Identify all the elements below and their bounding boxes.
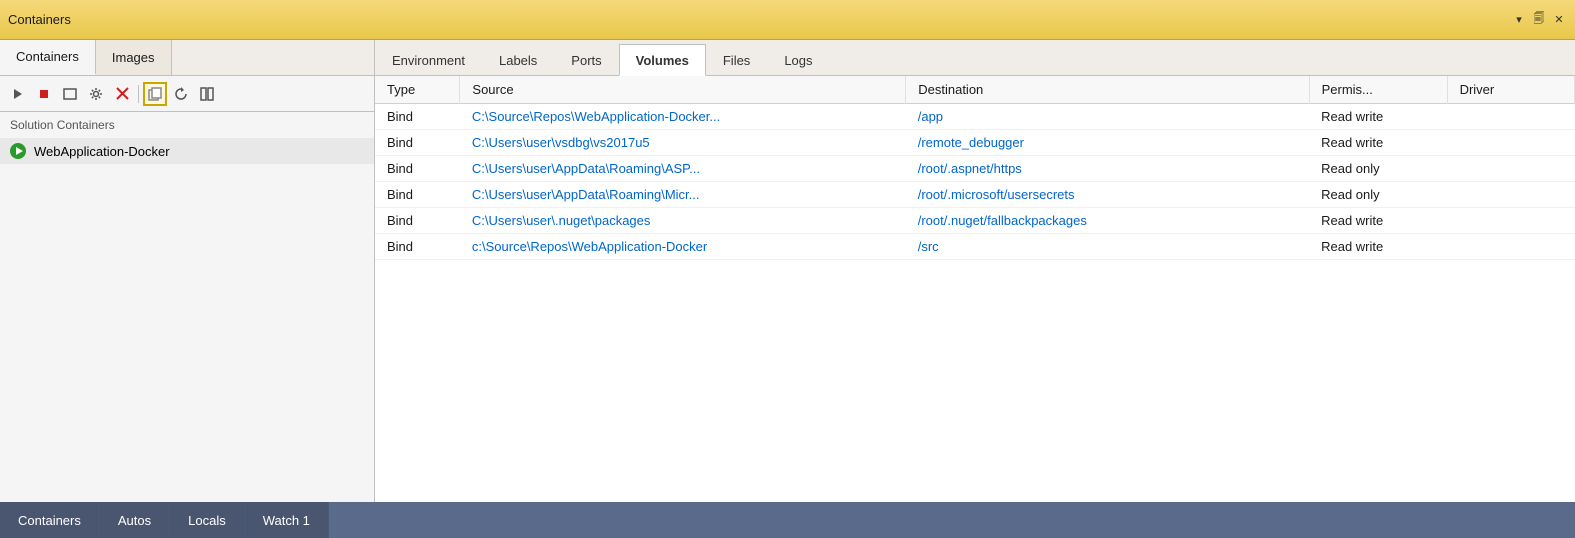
start-icon xyxy=(12,88,24,100)
table-row: Bind C:\Users\user\AppData\Roaming\ASP..… xyxy=(375,156,1575,182)
solution-header: Solution Containers xyxy=(0,112,374,138)
stop-button[interactable] xyxy=(32,82,56,106)
cell-permissions: Read write xyxy=(1309,208,1447,234)
col-header-source: Source xyxy=(460,76,906,104)
data-table: Type Source Destination Permis... Driver… xyxy=(375,76,1575,260)
bottom-tabbar: Containers Autos Locals Watch 1 xyxy=(0,502,1575,538)
cell-source[interactable]: c:\Source\Repos\WebApplication-Docker xyxy=(460,234,906,260)
col-header-type: Type xyxy=(375,76,460,104)
bottom-tab-watch1[interactable]: Watch 1 xyxy=(245,502,329,538)
table-row: Bind C:\Users\user\AppData\Roaming\Micr.… xyxy=(375,182,1575,208)
col-header-permissions: Permis... xyxy=(1309,76,1447,104)
cell-permissions: Read write xyxy=(1309,104,1447,130)
volumes-table: Type Source Destination Permis... Driver… xyxy=(375,76,1575,502)
cell-source[interactable]: C:\Users\user\vsdbg\vs2017u5 xyxy=(460,130,906,156)
tab-files[interactable]: Files xyxy=(706,44,767,76)
settings-button[interactable] xyxy=(84,82,108,106)
container-item[interactable]: WebApplication-Docker xyxy=(0,138,374,164)
cell-driver xyxy=(1447,182,1574,208)
window-title: Containers xyxy=(8,12,1511,27)
refresh-button[interactable] xyxy=(169,82,193,106)
close-btn[interactable]: ✕ xyxy=(1551,12,1567,28)
cell-permissions: Read only xyxy=(1309,156,1447,182)
cell-type: Bind xyxy=(375,208,460,234)
cell-destination[interactable]: /root/.microsoft/usersecrets xyxy=(906,182,1309,208)
cell-driver xyxy=(1447,156,1574,182)
bottom-tab-locals[interactable]: Locals xyxy=(170,502,245,538)
top-section: Containers Images xyxy=(0,40,1575,502)
cell-type: Bind xyxy=(375,156,460,182)
left-panel: Containers Images xyxy=(0,40,375,502)
running-indicator xyxy=(10,143,26,159)
cell-source[interactable]: C:\Source\Repos\WebApplication-Docker... xyxy=(460,104,906,130)
bottom-tab-autos[interactable]: Autos xyxy=(100,502,170,538)
cell-driver xyxy=(1447,104,1574,130)
col-header-driver: Driver xyxy=(1447,76,1574,104)
tab-images[interactable]: Images xyxy=(96,40,172,75)
cell-source[interactable]: C:\Users\user\.nuget\packages xyxy=(460,208,906,234)
pause-icon xyxy=(200,87,214,101)
pin-btn[interactable]: 🗐 xyxy=(1531,12,1547,28)
terminal-button[interactable] xyxy=(58,82,82,106)
cell-destination[interactable]: /root/.aspnet/https xyxy=(906,156,1309,182)
cell-destination[interactable]: /root/.nuget/fallbackpackages xyxy=(906,208,1309,234)
title-bar: Containers ▾ 🗐 ✕ xyxy=(0,0,1575,40)
cell-driver xyxy=(1447,130,1574,156)
cell-source[interactable]: C:\Users\user\AppData\Roaming\ASP... xyxy=(460,156,906,182)
delete-icon xyxy=(116,87,129,100)
cell-source[interactable]: C:\Users\user\AppData\Roaming\Micr... xyxy=(460,182,906,208)
cell-permissions: Read only xyxy=(1309,182,1447,208)
cell-destination[interactable]: /src xyxy=(906,234,1309,260)
cell-driver xyxy=(1447,234,1574,260)
table-row: Bind C:\Source\Repos\WebApplication-Dock… xyxy=(375,104,1575,130)
cell-type: Bind xyxy=(375,182,460,208)
refresh-icon xyxy=(174,87,188,101)
container-name: WebApplication-Docker xyxy=(34,144,170,159)
main-container: Containers Images xyxy=(0,40,1575,538)
cell-permissions: Read write xyxy=(1309,130,1447,156)
tab-labels[interactable]: Labels xyxy=(482,44,554,76)
copy-button[interactable] xyxy=(143,82,167,106)
right-panel: Environment Labels Ports Volumes Files L… xyxy=(375,40,1575,502)
pause-button[interactable] xyxy=(195,82,219,106)
table-row: Bind C:\Users\user\.nuget\packages /root… xyxy=(375,208,1575,234)
dropdown-btn[interactable]: ▾ xyxy=(1511,12,1527,28)
toolbar xyxy=(0,76,374,112)
terminal-icon xyxy=(63,88,77,100)
tab-ports[interactable]: Ports xyxy=(554,44,618,76)
table-header-row: Type Source Destination Permis... Driver xyxy=(375,76,1575,104)
cell-destination[interactable]: /remote_debugger xyxy=(906,130,1309,156)
bottom-tab-containers[interactable]: Containers xyxy=(0,502,100,538)
cell-type: Bind xyxy=(375,130,460,156)
table-body: Bind C:\Source\Repos\WebApplication-Dock… xyxy=(375,104,1575,260)
settings-icon xyxy=(89,87,103,101)
left-tabs: Containers Images xyxy=(0,40,374,76)
stop-icon xyxy=(38,88,50,100)
col-header-destination: Destination xyxy=(906,76,1309,104)
cell-destination[interactable]: /app xyxy=(906,104,1309,130)
tab-containers[interactable]: Containers xyxy=(0,40,96,75)
tab-volumes[interactable]: Volumes xyxy=(619,44,706,76)
tab-logs[interactable]: Logs xyxy=(767,44,829,76)
cell-permissions: Read write xyxy=(1309,234,1447,260)
cell-type: Bind xyxy=(375,234,460,260)
tab-environment[interactable]: Environment xyxy=(375,44,482,76)
cell-driver xyxy=(1447,208,1574,234)
delete-button[interactable] xyxy=(110,82,134,106)
copy-icon xyxy=(148,87,162,101)
right-tabs: Environment Labels Ports Volumes Files L… xyxy=(375,40,1575,76)
table-row: Bind C:\Users\user\vsdbg\vs2017u5 /remot… xyxy=(375,130,1575,156)
separator-1 xyxy=(138,85,139,103)
cell-type: Bind xyxy=(375,104,460,130)
title-controls: ▾ 🗐 ✕ xyxy=(1511,12,1567,28)
table-row: Bind c:\Source\Repos\WebApplication-Dock… xyxy=(375,234,1575,260)
start-button[interactable] xyxy=(6,82,30,106)
